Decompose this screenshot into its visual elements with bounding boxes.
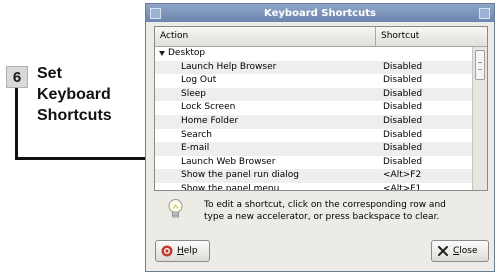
help-icon [161,245,173,257]
vertical-scrollbar[interactable] [472,47,487,190]
window-titlebar: Keyboard Shortcuts [146,4,494,22]
close-icon [438,246,448,256]
table-row[interactable]: Search Disabled [155,129,472,143]
table-row[interactable]: Lock Screen Disabled [155,101,472,115]
window-close-icon[interactable] [479,8,490,19]
expander-arrow-icon[interactable] [159,51,165,56]
shortcuts-list[interactable]: Action Shortcut Desktop Launch Help Brow… [154,26,488,191]
table-row[interactable]: Show the panel run dialog <Alt>F2 [155,169,472,183]
table-row[interactable]: Launch Help Browser Disabled [155,60,472,75]
callout-line-horizontal [15,157,148,160]
help-label: Help [177,246,198,256]
keyboard-shortcuts-dialog: Keyboard Shortcuts Action Shortcut Deskt… [145,3,495,272]
scrollbar-thumb[interactable] [475,50,485,80]
table-row[interactable]: Log Out Disabled [155,74,472,88]
window-menu-icon[interactable] [150,8,161,19]
list-rows: Desktop Launch Help Browser Disabled Log… [155,47,472,190]
column-header-shortcut[interactable]: Shortcut [377,27,469,46]
step-title: Set Keyboard Shortcuts [37,65,112,124]
list-header: Action Shortcut [155,27,487,47]
column-header-action[interactable]: Action [155,27,376,46]
lightbulb-icon [168,199,183,218]
table-row[interactable]: Launch Web Browser Disabled [155,156,472,170]
table-row[interactable]: Show the panel menu <Alt>F1 [155,183,472,190]
step-number-badge: 6 [6,66,28,88]
group-row-desktop[interactable]: Desktop [155,47,472,61]
window-title: Keyboard Shortcuts [264,7,376,19]
close-button[interactable]: Close [431,240,489,262]
table-row[interactable]: Sleep Disabled [155,87,472,102]
close-label: Close [453,246,478,256]
help-button[interactable]: Help [155,240,210,262]
callout-line-vertical [15,88,18,160]
hint-text: To edit a shortcut, click on the corresp… [204,200,446,222]
table-row[interactable]: Home Folder Disabled [155,114,472,129]
table-row[interactable]: E-mail Disabled [155,142,472,156]
